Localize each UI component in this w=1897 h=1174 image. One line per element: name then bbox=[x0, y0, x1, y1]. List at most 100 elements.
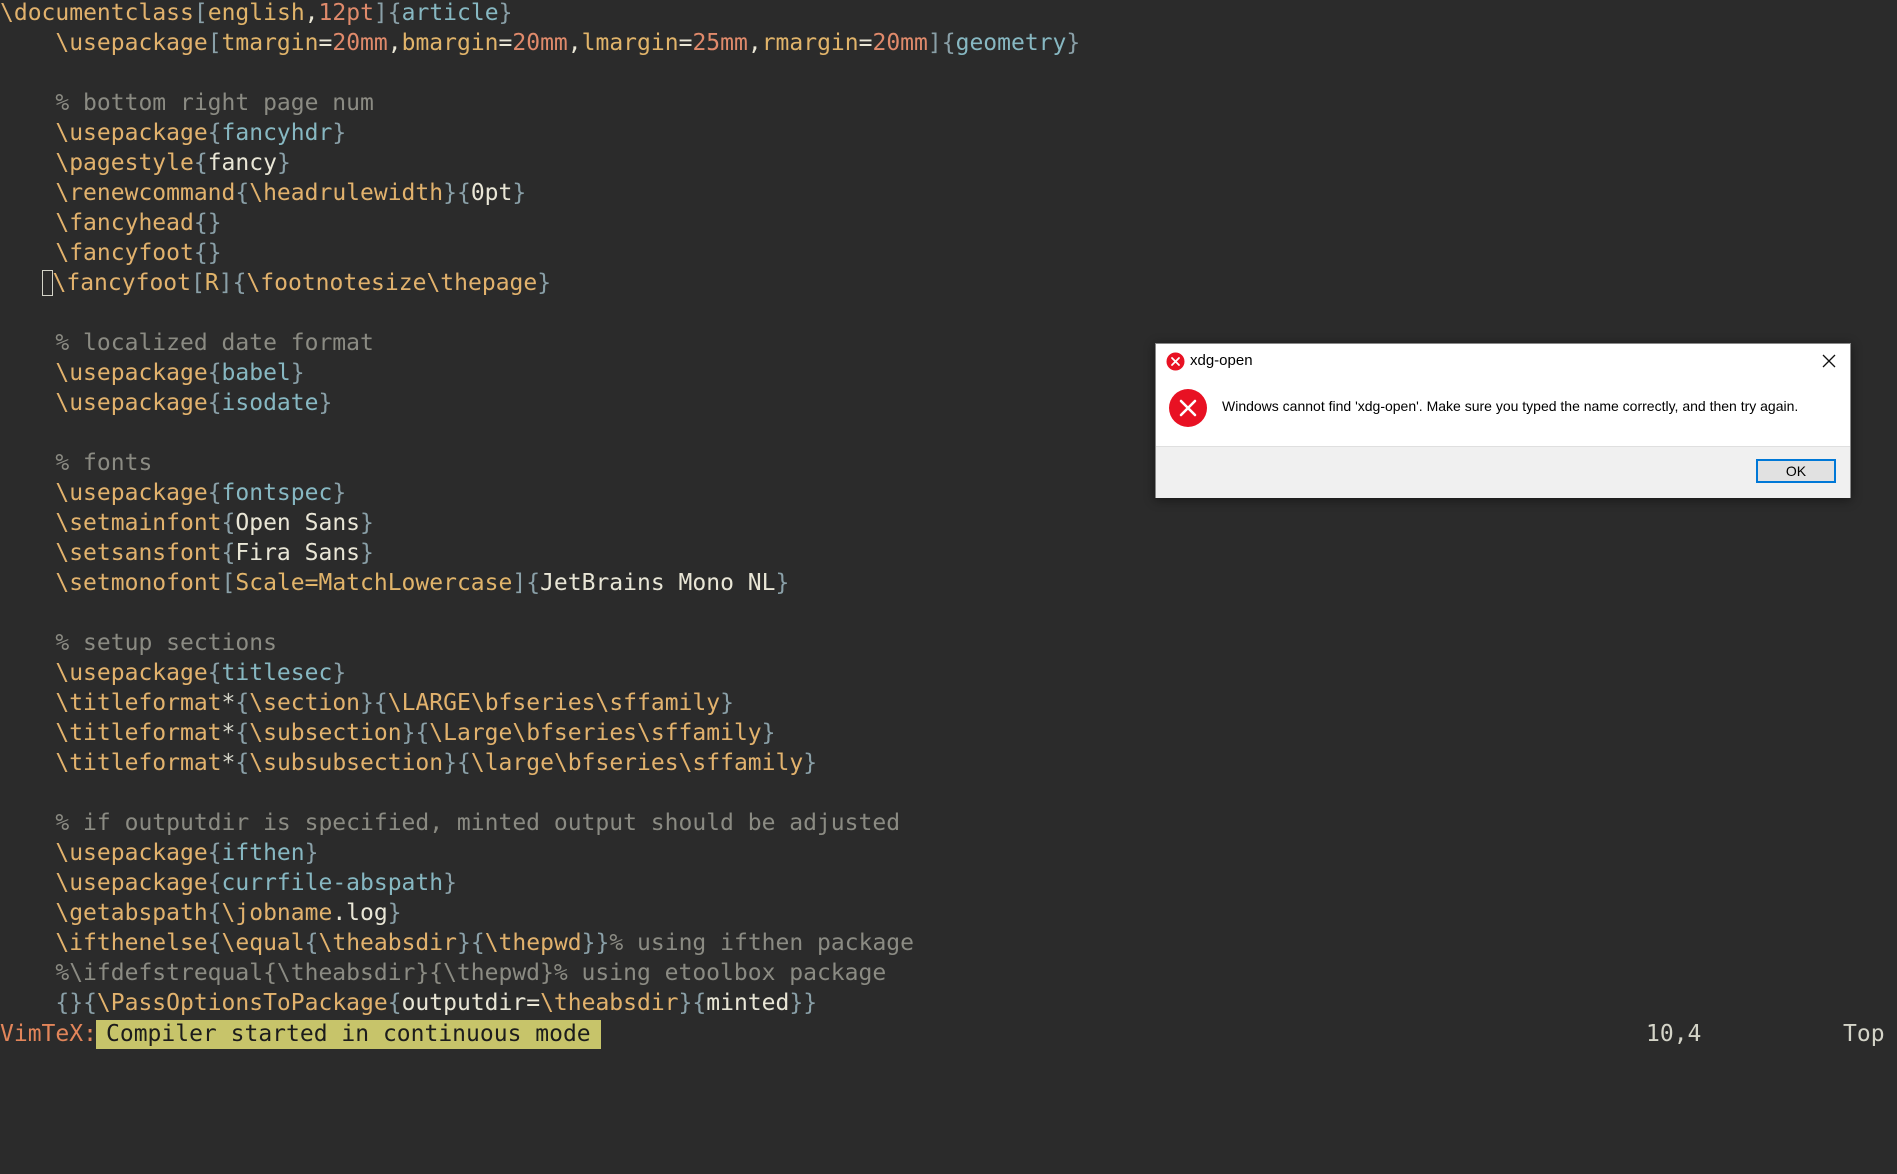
code-token: isodate bbox=[221, 390, 319, 416]
code-token: { bbox=[221, 510, 236, 536]
code-token: \sffamily bbox=[678, 750, 804, 776]
code-token: \theabsdir bbox=[318, 930, 457, 956]
error-dialog[interactable]: xdg-open Windows cannot find 'xdg-open'.… bbox=[1155, 343, 1851, 498]
code-token: \thepage bbox=[426, 270, 538, 296]
code-token: bmargin bbox=[401, 30, 499, 56]
code-token: \setmonofont bbox=[55, 570, 222, 596]
code-line[interactable]: % localized date format bbox=[55, 328, 374, 358]
code-token: \titleformat bbox=[55, 750, 222, 776]
code-line[interactable]: \usepackage{fancyhdr} bbox=[55, 118, 346, 148]
code-line[interactable]: \setmainfont{Open Sans} bbox=[55, 508, 374, 538]
code-token: } bbox=[304, 840, 319, 866]
editor-buffer[interactable]: \documentclass[english,12pt]{article} \us… bbox=[0, 0, 1897, 1050]
dialog-footer: OK bbox=[1156, 446, 1850, 498]
code-token: = bbox=[318, 30, 333, 56]
code-token: { bbox=[387, 0, 402, 26]
code-token: { bbox=[207, 480, 222, 506]
code-token: } bbox=[678, 990, 693, 1016]
code-line[interactable]: \titleformat*{\subsubsection}{\large\bfs… bbox=[55, 748, 817, 778]
code-token: Open Sans bbox=[235, 510, 361, 536]
code-token: { bbox=[221, 540, 236, 566]
code-token: \thepwd bbox=[484, 930, 582, 956]
code-token: \setsansfont bbox=[55, 540, 222, 566]
code-line[interactable]: \pagestyle{fancy} bbox=[55, 148, 290, 178]
dialog-body: Windows cannot find 'xdg-open'. Make sur… bbox=[1156, 378, 1850, 446]
dialog-titlebar[interactable]: xdg-open bbox=[1156, 344, 1850, 378]
code-token: article bbox=[401, 0, 499, 26]
code-line[interactable]: \usepackage{currfile-abspath} bbox=[55, 868, 457, 898]
ok-button[interactable]: OK bbox=[1756, 459, 1836, 483]
code-line[interactable]: \setsansfont{Fira Sans} bbox=[55, 538, 374, 568]
code-token: } bbox=[498, 0, 513, 26]
code-line[interactable]: \usepackage{isodate} bbox=[55, 388, 332, 418]
code-token: } bbox=[775, 570, 790, 596]
close-icon[interactable] bbox=[1816, 349, 1842, 373]
code-line[interactable]: \usepackage{fontspec} bbox=[55, 478, 346, 508]
code-line[interactable]: \usepackage[tmargin=20mm,bmargin=20mm,lm… bbox=[55, 28, 1080, 58]
code-token: }} bbox=[581, 930, 610, 956]
code-token: * bbox=[221, 690, 236, 716]
code-token: * bbox=[221, 720, 236, 746]
code-token: % localized date format bbox=[55, 330, 374, 356]
code-token: \large bbox=[470, 750, 554, 776]
code-token: = bbox=[858, 30, 873, 56]
code-token: \equal bbox=[221, 930, 305, 956]
code-token: { bbox=[193, 150, 208, 176]
code-token: % fonts bbox=[55, 450, 153, 476]
code-token: { bbox=[387, 990, 402, 1016]
code-token: \Large bbox=[429, 720, 513, 746]
code-line[interactable]: {}{\PassOptionsToPackage{outputdir=\thea… bbox=[55, 988, 817, 1018]
code-token: \usepackage bbox=[55, 870, 208, 896]
code-token: { bbox=[232, 270, 247, 296]
code-token: 20mm bbox=[512, 30, 568, 56]
code-token: 20mm bbox=[332, 30, 388, 56]
code-token: \headrulewidth bbox=[249, 180, 444, 206]
code-line[interactable]: % fonts bbox=[55, 448, 152, 478]
code-token: \bfseries bbox=[470, 690, 596, 716]
code-token: { bbox=[941, 30, 956, 56]
code-token: } bbox=[276, 150, 291, 176]
code-token: ] bbox=[218, 270, 233, 296]
code-line[interactable]: \fancyfoot{} bbox=[55, 238, 221, 268]
compiler-status-message: Compiler started in continuous mode bbox=[96, 1020, 601, 1049]
code-token: } bbox=[761, 720, 776, 746]
code-token: [ bbox=[191, 270, 205, 296]
code-token: { bbox=[235, 690, 250, 716]
code-line[interactable]: \ifthenelse{\equal{\theabsdir}{\thepwd}}… bbox=[55, 928, 914, 958]
code-line[interactable]: %\ifdefstrequal{\theabsdir}{\thepwd}% us… bbox=[55, 958, 886, 988]
code-token: , bbox=[387, 30, 402, 56]
code-token: } bbox=[332, 660, 347, 686]
code-line[interactable]: \fancyfoot[R]{\footnotesize\thepage} bbox=[41, 268, 551, 298]
command-line: VimTeX: Compiler started in continuous m… bbox=[0, 1019, 1897, 1050]
code-token: { bbox=[470, 930, 485, 956]
code-token: \PassOptionsToPackage bbox=[96, 990, 388, 1016]
code-token: { bbox=[526, 570, 541, 596]
code-token: \usepackage bbox=[55, 660, 208, 686]
code-token: {} bbox=[193, 240, 222, 266]
code-token: \sffamily bbox=[595, 690, 721, 716]
error-icon bbox=[1168, 388, 1208, 428]
code-line[interactable]: \titleformat*{\section}{\LARGE\bfseries\… bbox=[55, 688, 734, 718]
code-token: % using ifthen package bbox=[609, 930, 914, 956]
code-token: \titleformat bbox=[55, 690, 222, 716]
code-token: } bbox=[443, 750, 457, 776]
code-token: } bbox=[290, 360, 305, 386]
code-line[interactable]: \fancyhead{} bbox=[55, 208, 221, 238]
code-token: % if outputdir is specified, minted outp… bbox=[55, 810, 901, 836]
code-line[interactable]: \usepackage{ifthen} bbox=[55, 838, 318, 868]
code-token: \fancyhead bbox=[55, 210, 194, 236]
code-line[interactable]: % bottom right page num bbox=[55, 88, 374, 118]
code-line[interactable]: \documentclass[english,12pt]{article} bbox=[0, 0, 512, 28]
code-token: } bbox=[360, 690, 374, 716]
code-line[interactable]: \renewcommand{\headrulewidth}{0pt} bbox=[55, 178, 526, 208]
code-token: { bbox=[207, 900, 222, 926]
code-line[interactable]: % if outputdir is specified, minted outp… bbox=[55, 808, 900, 838]
code-line[interactable]: \getabspath{\jobname.log} bbox=[55, 898, 401, 928]
code-line[interactable]: \titleformat*{\subsection}{\Large\bfseri… bbox=[55, 718, 775, 748]
code-line[interactable]: \usepackage{titlesec} bbox=[55, 658, 346, 688]
code-line[interactable]: % setup sections bbox=[55, 628, 277, 658]
code-token: { bbox=[304, 930, 319, 956]
code-token: , bbox=[747, 30, 762, 56]
code-line[interactable]: \setmonofont[Scale=MatchLowercase]{JetBr… bbox=[55, 568, 789, 598]
code-line[interactable]: \usepackage{babel} bbox=[55, 358, 304, 388]
